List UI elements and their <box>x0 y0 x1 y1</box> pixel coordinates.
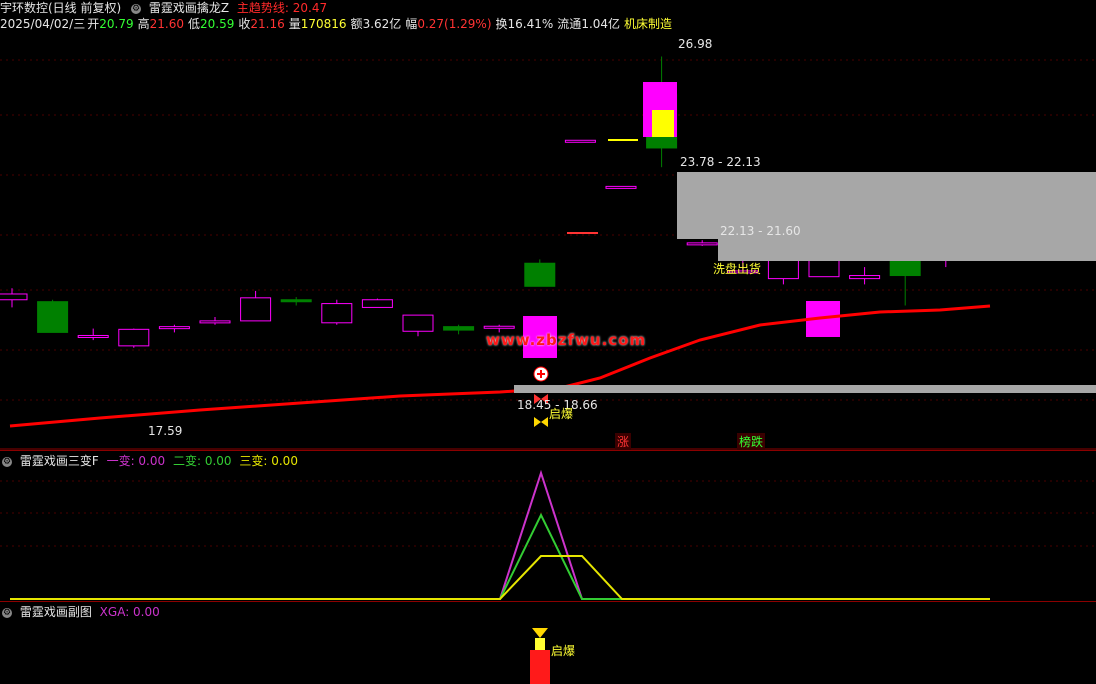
turnover-label: 换 <box>495 17 508 31</box>
change-label: 幅 <box>405 17 418 31</box>
indicator-name: 雷霆戏画擒龙Z <box>148 1 230 15</box>
amount-value: 3.62亿 <box>362 17 402 31</box>
candle <box>199 317 231 325</box>
candle <box>77 328 109 341</box>
candle-body <box>686 242 718 246</box>
limit-down-badge: 榜跌 <box>737 433 766 450</box>
info-line-2: 2025/04/02/三 开20.79 高21.60 低20.59 收21.16 量170… <box>0 16 676 32</box>
close-label: 收 <box>238 17 251 31</box>
candle-body <box>524 262 556 287</box>
sub1-name: 雷霆戏画三变F <box>19 454 99 468</box>
main-chart-pane[interactable]: 宇环数控(日线 前复权) ⚙ 雷霆戏画擒龙Z 主趋势线: 20.47 2025/… <box>0 0 1096 450</box>
amount-label: 额 <box>350 17 363 31</box>
sub-indicator-pane-2[interactable]: ⚙ 雷霆戏画副图 XGA: 0.00 启爆 <box>0 601 1096 684</box>
sub1-value-2: 二变: 0.00 <box>172 454 232 468</box>
high-price-label: 26.98 <box>678 37 713 51</box>
open-value: 20.79 <box>99 17 134 31</box>
candle <box>158 324 190 333</box>
candle-body <box>321 303 353 324</box>
sub1-value-1: 一变: 0.00 <box>106 454 166 468</box>
candle <box>524 259 556 287</box>
limit-up-badge: 涨 <box>615 433 632 450</box>
settings-icon[interactable]: ⚙ <box>2 456 12 467</box>
sub-indicator-pane-1[interactable]: ⚙ 雷霆戏画三变F 一变: 0.00 二变: 0.00 三变: 0.00 <box>0 450 1096 601</box>
candle <box>361 298 393 308</box>
candle-body <box>483 325 515 329</box>
candle <box>564 139 596 143</box>
watermark: www.zbzfwu.com <box>486 331 647 349</box>
low-value: 20.59 <box>199 17 235 31</box>
arrow-down-icon <box>532 628 548 638</box>
sub2-chart <box>530 628 550 684</box>
float-value: 1.04亿 <box>581 17 621 31</box>
sector-name: 机床制造 <box>624 17 673 31</box>
candle <box>686 240 718 246</box>
resistance-zone-middle <box>718 239 1096 261</box>
candle-body <box>37 301 69 333</box>
candle-body <box>361 299 393 308</box>
candle <box>0 288 28 308</box>
candle <box>37 299 69 333</box>
candle <box>321 299 353 325</box>
turnover-value: 16.41% <box>507 17 554 31</box>
candle-body <box>199 320 231 324</box>
candle <box>402 314 434 337</box>
candle <box>849 267 881 285</box>
stock-name: 宇环数控(日线 前复权) <box>0 1 122 15</box>
candle-body <box>240 297 272 322</box>
info-line-1: 宇环数控(日线 前复权) ⚙ 雷霆戏画擒龙Z 主趋势线: 20.47 <box>0 0 331 16</box>
candle-body <box>118 328 150 347</box>
candle-body <box>158 326 190 330</box>
volume-label: 量 <box>288 17 301 31</box>
line-1 <box>10 469 990 600</box>
three-change-chart <box>0 469 1096 600</box>
change-value: 0.27(1.29%) <box>417 17 492 31</box>
sub2-name: 雷霆戏画副图 <box>19 605 92 619</box>
candle-body <box>849 275 881 280</box>
close-value: 21.16 <box>250 17 285 31</box>
line-3 <box>10 555 990 600</box>
trend-line <box>9 304 991 428</box>
date-value: 2025/04/02/三 <box>0 17 86 31</box>
candle <box>889 253 921 306</box>
candle-body <box>564 139 596 143</box>
sub1-legend: ⚙ 雷霆戏画三变F 一变: 0.00 二变: 0.00 三变: 0.00 <box>0 453 302 469</box>
high-value: 21.60 <box>149 17 184 31</box>
settings-icon[interactable]: ⚙ <box>2 607 12 618</box>
candle-body <box>280 299 312 303</box>
butterfly-icon <box>534 417 548 427</box>
zone-middle-label: 22.13 - 21.60 <box>720 224 801 238</box>
sub2-legend: ⚙ 雷霆戏画副图 XGA: 0.00 <box>0 604 164 620</box>
candle <box>118 328 150 348</box>
line-2 <box>10 512 990 600</box>
candle <box>443 324 475 335</box>
signal-bar-top <box>535 638 545 650</box>
candle-highlight <box>652 110 674 137</box>
high-label: 高 <box>137 17 150 31</box>
float-label: 流通 <box>557 17 582 31</box>
low-label: 低 <box>187 17 200 31</box>
settings-icon[interactable]: ⚙ <box>131 3 142 14</box>
candle-body <box>605 185 637 189</box>
wash-out-label: 洗盘出货 <box>713 262 762 276</box>
zone-upper-label: 23.78 - 22.13 <box>680 155 761 169</box>
candle-body <box>77 334 109 338</box>
sub2-signal-label: 启爆 <box>551 644 576 658</box>
main-line-label: 主趋势线: 20.47 <box>236 1 328 15</box>
candle <box>240 290 272 322</box>
candle-body <box>0 293 28 301</box>
candle-body <box>402 314 434 332</box>
signal-label-main: 启爆 <box>549 407 574 421</box>
volume-value: 170816 <box>300 17 347 31</box>
low-price-label: 17.59 <box>148 424 183 438</box>
open-label: 开 <box>87 17 100 31</box>
candle <box>605 185 637 189</box>
candle-body <box>443 326 475 331</box>
candle <box>280 297 312 306</box>
sub2-xga: XGA: 0.00 <box>99 605 160 619</box>
sub1-value-3: 三变: 0.00 <box>239 454 298 468</box>
support-zone <box>514 385 1096 393</box>
signal-bar <box>530 650 550 684</box>
